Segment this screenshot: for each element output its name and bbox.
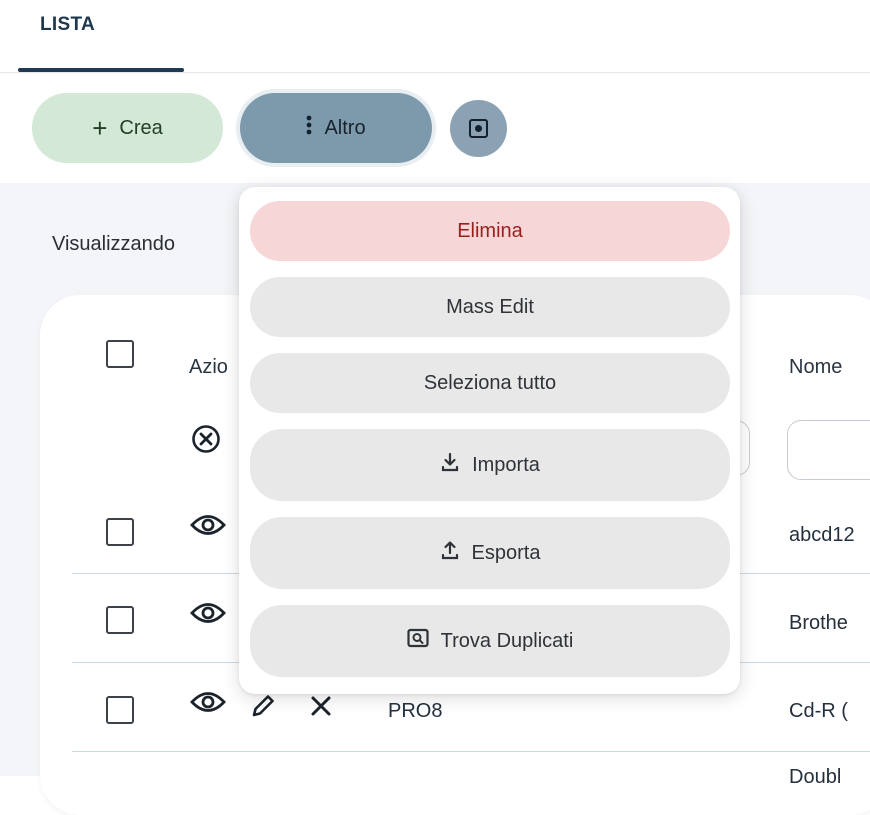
create-button-label: Crea <box>119 116 163 139</box>
row-code: PRO8 <box>388 700 443 722</box>
row-name: Cd-R ( <box>789 700 848 722</box>
active-tab-indicator <box>18 68 184 72</box>
tab-lista-label: LISTA <box>40 14 95 35</box>
more-button[interactable]: Altro <box>240 93 432 163</box>
download-icon <box>440 452 460 478</box>
upload-icon <box>440 540 460 566</box>
clear-filters-icon[interactable] <box>191 424 221 459</box>
more-actions-menu: Elimina Mass Edit Seleziona tutto Import… <box>239 187 740 694</box>
menu-item-label: Trova Duplicati <box>440 629 574 652</box>
row-name: Doubl <box>789 766 842 788</box>
menu-item-select-all[interactable]: Seleziona tutto <box>250 353 730 413</box>
row-checkbox[interactable] <box>106 696 134 724</box>
plus-icon: + <box>92 113 108 143</box>
view-icon[interactable] <box>190 600 226 631</box>
menu-item-label: Seleziona tutto <box>423 371 557 394</box>
menu-item-export[interactable]: Esporta <box>250 517 730 589</box>
settings-icon <box>469 119 488 138</box>
more-button-label: Altro <box>324 116 366 139</box>
row-checkbox[interactable] <box>106 606 134 634</box>
row-separator <box>72 751 870 752</box>
tab-bar: LISTA <box>0 0 870 73</box>
menu-item-mass-edit[interactable]: Mass Edit <box>250 277 730 337</box>
column-header-name: Nome <box>789 356 843 378</box>
menu-item-import[interactable]: Importa <box>250 429 730 501</box>
more-vertical-icon <box>306 114 312 142</box>
menu-item-find-duplicates[interactable]: Trova Duplicati <box>250 605 730 677</box>
results-summary: Visualizzando <box>52 233 176 255</box>
view-icon[interactable] <box>190 689 226 720</box>
settings-button[interactable] <box>450 100 507 157</box>
edit-icon[interactable] <box>250 693 276 724</box>
menu-item-label: Importa <box>472 453 540 476</box>
delete-icon[interactable] <box>310 695 332 722</box>
select-all-checkbox[interactable] <box>106 340 134 368</box>
view-icon[interactable] <box>190 512 226 543</box>
row-name: Brothe <box>789 612 848 634</box>
menu-item-label: Elimina <box>457 219 523 242</box>
column-header-actions: Azio <box>189 356 228 378</box>
menu-item-delete[interactable]: Elimina <box>250 201 730 261</box>
menu-item-label: Esporta <box>471 541 541 564</box>
tab-lista[interactable] <box>18 0 184 72</box>
row-name: abcd12 <box>789 524 855 546</box>
find-duplicates-icon <box>407 628 429 654</box>
menu-item-label: Mass Edit <box>446 295 534 318</box>
name-filter-input[interactable] <box>787 420 870 480</box>
row-checkbox[interactable] <box>106 518 134 546</box>
create-button[interactable]: + Crea <box>32 93 223 163</box>
